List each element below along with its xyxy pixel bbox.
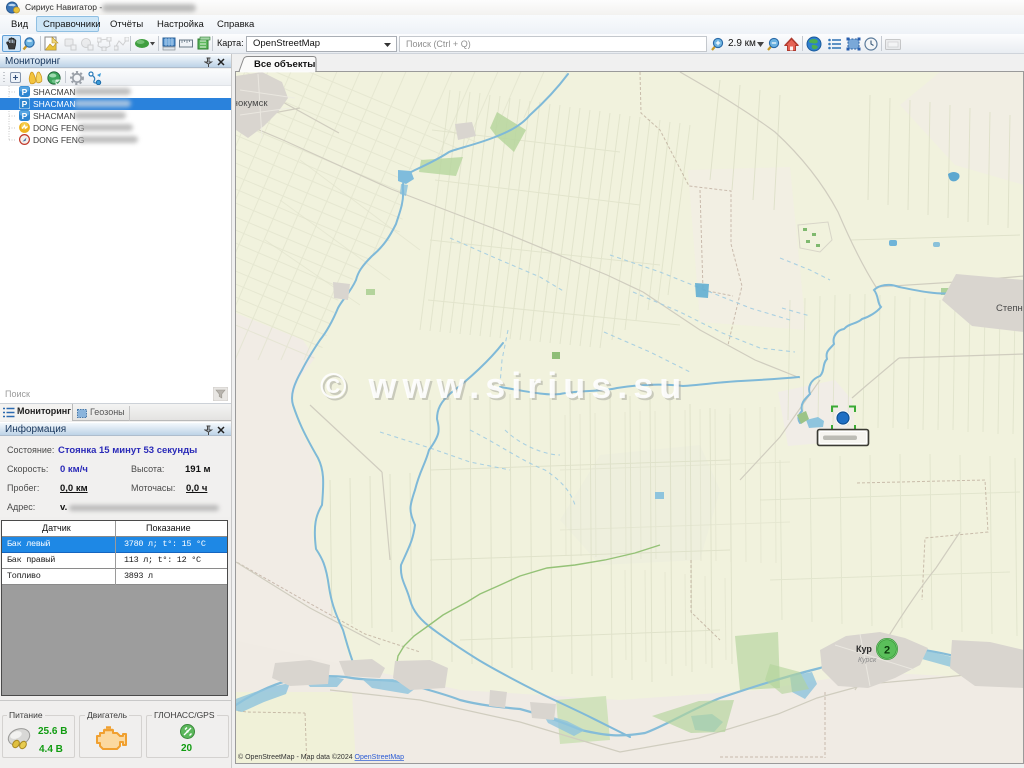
svg-text:© OpenStreetMap - Map data ©20: © OpenStreetMap - Map data ©2024 OpenStr… — [238, 753, 404, 761]
svg-text:© www.sirius.su: © www.sirius.su — [320, 365, 687, 406]
svg-text:P: P — [22, 99, 28, 109]
svg-text:P: P — [22, 87, 28, 97]
svg-text:Все объекты: Все объекты — [254, 59, 315, 70]
svg-text:Кур: Кур — [856, 644, 872, 654]
svg-text:P: P — [22, 111, 28, 121]
svg-text:чокумск: чокумск — [233, 98, 268, 109]
svg-text:Курск: Курск — [858, 657, 877, 664]
svg-text:2: 2 — [884, 645, 890, 657]
svg-text:Степн: Степн — [996, 303, 1023, 314]
